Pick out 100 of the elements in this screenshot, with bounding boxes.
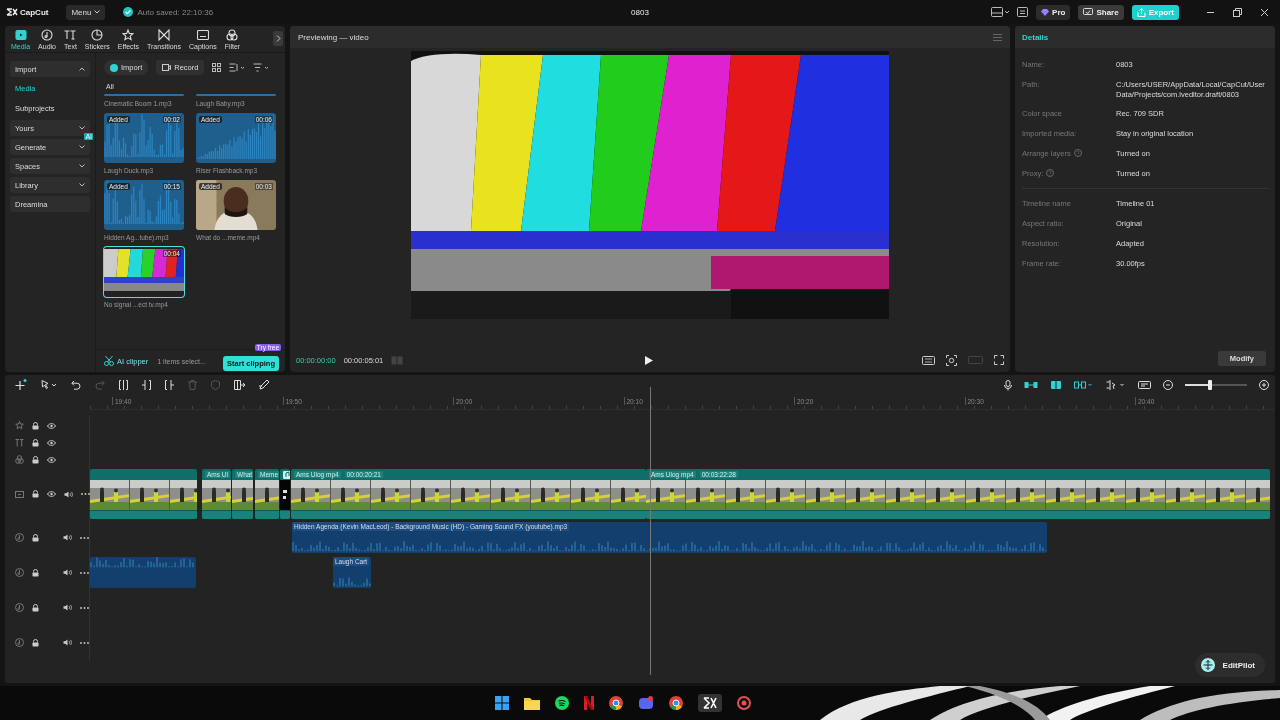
eye-icon[interactable] xyxy=(47,439,56,446)
thumbnail-edge[interactable] xyxy=(196,94,276,96)
more-icon[interactable] xyxy=(80,536,89,539)
speaker-icon[interactable] xyxy=(63,604,72,611)
more-icon[interactable] xyxy=(80,571,89,574)
taskbar-app-button[interactable] xyxy=(697,694,722,712)
ribbon-app-icon[interactable] xyxy=(583,696,594,710)
lock-icon[interactable] xyxy=(32,533,39,542)
lock-icon[interactable] xyxy=(32,568,39,577)
speaker-icon[interactable] xyxy=(64,490,73,498)
chevron-icon xyxy=(275,35,281,42)
lock-icon[interactable] xyxy=(32,438,39,447)
restore-icon[interactable] xyxy=(1233,7,1242,17)
browser-icon[interactable] xyxy=(608,696,623,710)
lock-icon[interactable] xyxy=(32,421,39,430)
preview-title: Previewing — video xyxy=(298,32,369,42)
cover-icon[interactable] xyxy=(15,489,24,499)
filter-icon[interactable] xyxy=(253,63,270,72)
music-note-icon xyxy=(41,28,54,41)
caret-icon xyxy=(94,10,101,14)
panel-icon[interactable] xyxy=(1017,7,1029,17)
zoom-in-icon[interactable] xyxy=(1259,380,1269,390)
magnet-icon[interactable] xyxy=(1050,380,1062,390)
layout-icon[interactable] xyxy=(991,7,1010,17)
lock-icon[interactable] xyxy=(32,603,39,612)
waveform-drawing xyxy=(333,576,371,588)
editpilot-button[interactable]: EditPilot xyxy=(1194,653,1265,677)
link-icon[interactable] xyxy=(1024,381,1038,389)
circles-icon xyxy=(226,28,239,41)
sound-waves-app-icon[interactable] xyxy=(554,696,569,710)
lock-icon[interactable] xyxy=(32,490,39,498)
speaker-icon[interactable] xyxy=(63,534,72,541)
sort-icon[interactable] xyxy=(229,63,246,72)
logo-icon xyxy=(6,7,18,17)
more-icon[interactable] xyxy=(80,606,89,609)
zoom-out-icon[interactable] xyxy=(1163,380,1173,390)
transition-icon xyxy=(158,28,170,41)
freeze-icon[interactable] xyxy=(234,380,245,390)
text-icon[interactable] xyxy=(15,438,24,447)
dot-icon xyxy=(110,63,118,72)
zoom-view-icon[interactable] xyxy=(946,354,957,366)
lock-icon[interactable] xyxy=(32,455,39,464)
share-button[interactable]: Share xyxy=(1078,4,1124,20)
menu-button[interactable]: Menu xyxy=(66,4,106,20)
play-icon[interactable] xyxy=(645,355,653,365)
windows-icon[interactable] xyxy=(494,696,509,710)
project-title: 0803 xyxy=(631,7,649,17)
menu-icon[interactable] xyxy=(993,33,1002,41)
add-icon[interactable] xyxy=(15,379,27,391)
audio-track-icon[interactable] xyxy=(15,638,24,647)
note-icon xyxy=(283,470,290,479)
captions-icon xyxy=(196,28,209,41)
audio-track-icon[interactable] xyxy=(15,603,24,612)
lock-icon[interactable] xyxy=(32,638,39,647)
more-icon[interactable] xyxy=(80,641,89,644)
audio-track-icon[interactable] xyxy=(15,533,24,542)
check-icon xyxy=(123,7,134,17)
browser-icon[interactable] xyxy=(668,696,683,710)
thumbnail-edge[interactable] xyxy=(104,94,184,96)
compass-icon xyxy=(1200,658,1215,672)
details-title: Details xyxy=(1022,32,1049,42)
audio-clip[interactable] xyxy=(90,557,196,588)
eye-icon[interactable] xyxy=(47,422,56,429)
linkage-icon[interactable] xyxy=(1074,381,1094,389)
eye-icon[interactable] xyxy=(47,491,56,497)
star-icon xyxy=(122,28,135,41)
pen-icon[interactable] xyxy=(259,380,269,390)
undo-icon[interactable] xyxy=(71,380,81,390)
trim-right-icon[interactable] xyxy=(165,380,174,390)
camera-icon xyxy=(162,64,172,71)
scroll-right-button[interactable] xyxy=(273,31,283,46)
preview-axis-icon[interactable] xyxy=(1106,380,1126,390)
pro-button[interactable]: Pro xyxy=(1036,4,1071,20)
sticker-icon xyxy=(91,28,104,41)
folder-icon[interactable] xyxy=(523,696,540,710)
scissors-icon xyxy=(104,356,114,366)
eye-icon[interactable] xyxy=(47,456,56,463)
slider-thumb[interactable] xyxy=(1207,380,1212,390)
trim-left-icon[interactable] xyxy=(142,380,151,390)
audio-track-icon[interactable] xyxy=(15,568,24,577)
recorder-icon[interactable] xyxy=(736,696,751,710)
video-clip[interactable] xyxy=(90,469,197,519)
star-icon[interactable] xyxy=(15,421,24,430)
filter-icon[interactable] xyxy=(15,455,24,464)
speaker-icon[interactable] xyxy=(63,569,72,576)
fullscreen-icon[interactable] xyxy=(994,355,1004,365)
captions-icon[interactable] xyxy=(1138,380,1151,390)
split-icon[interactable] xyxy=(119,380,128,390)
chat-app-icon[interactable] xyxy=(637,696,654,710)
app-name: CapCut xyxy=(20,7,49,17)
close-icon[interactable] xyxy=(1260,7,1269,17)
grid-view-icon[interactable] xyxy=(212,63,222,72)
cursor-icon[interactable] xyxy=(41,380,57,390)
text-icon xyxy=(64,28,77,41)
upload-icon xyxy=(1136,7,1146,17)
microphone-icon[interactable] xyxy=(1004,379,1012,391)
gem-icon xyxy=(1041,8,1050,16)
share-icon xyxy=(1083,8,1094,16)
speaker-icon[interactable] xyxy=(63,639,72,646)
ratio-icon[interactable] xyxy=(922,355,935,365)
